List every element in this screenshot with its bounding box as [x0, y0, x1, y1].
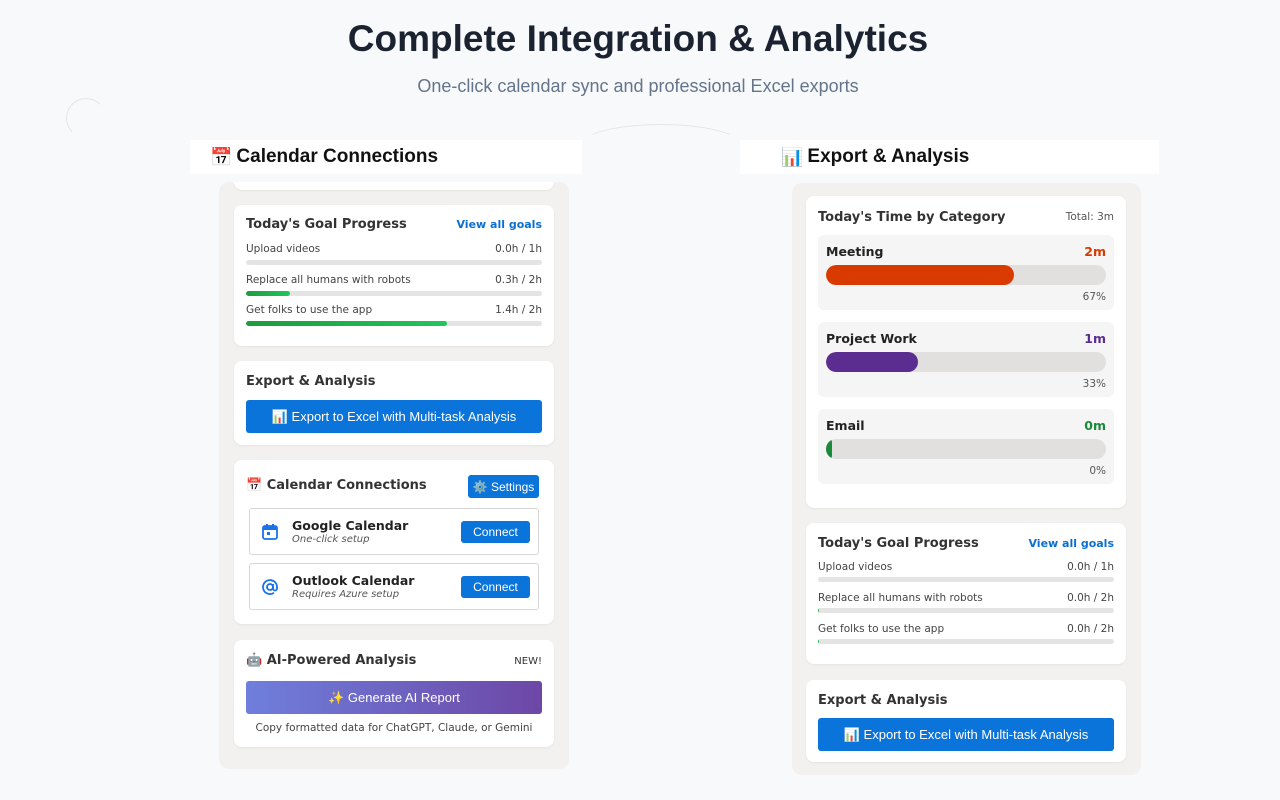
goal-progress-bar [818, 577, 1114, 582]
category-name: Email [826, 418, 865, 433]
goal-label: Replace all humans with robots [246, 274, 411, 286]
calendar-name: Google Calendar [292, 518, 409, 533]
category-bar-fill [826, 265, 1014, 285]
goal-value: 0.0h / 2h [1067, 623, 1114, 635]
decorative-arc [582, 124, 740, 164]
goal-label: Get folks to use the app [246, 304, 373, 316]
goal-label: Upload videos [246, 243, 321, 255]
new-badge: NEW! [514, 656, 542, 667]
goal-value: 0.0h / 2h [1067, 592, 1114, 604]
ai-caption: Copy formatted data for ChatGPT, Claude,… [255, 722, 533, 734]
right-section-title: Export & Analysis [807, 146, 970, 167]
chart-emoji-icon: 📊 [781, 146, 804, 167]
goal-progress-bar [818, 639, 1114, 644]
export-title: Export & Analysis [246, 374, 376, 389]
category-percent: 67% [1082, 291, 1106, 303]
left-preview-panel: Today's Goal Progress View all goals Upl… [219, 182, 569, 769]
export-card: Export & Analysis 📊 Export to Excel with… [234, 361, 554, 445]
ai-analysis-title: 🤖 AI-Powered Analysis [246, 653, 417, 668]
calendar-connections-title: 📅 Calendar Connections [246, 478, 427, 493]
decorative-arc [66, 98, 106, 138]
goal-progress-bar [246, 260, 542, 265]
goal-value: 0.0h / 1h [495, 243, 542, 255]
goal-progress-fill [818, 608, 819, 613]
goal-value: 0.3h / 2h [495, 274, 542, 286]
calendar-icon [262, 524, 278, 540]
view-all-goals-link[interactable]: View all goals [1028, 537, 1114, 550]
left-section-header: 📅 Calendar Connections [190, 140, 582, 174]
page-title: Complete Integration & Analytics [347, 18, 929, 59]
category-row: Meeting 2m 67% [818, 235, 1114, 310]
category-name: Project Work [826, 331, 917, 346]
export-title: Export & Analysis [818, 693, 948, 708]
goal-value: 0.0h / 1h [1067, 561, 1114, 573]
goal-value: 1.4h / 2h [495, 304, 542, 316]
right-section-header: 📊 Export & Analysis [740, 140, 1159, 174]
category-bar [826, 265, 1106, 285]
ai-analysis-card: 🤖 AI-Powered Analysis NEW! ✨ Generate AI… [234, 640, 554, 747]
calendar-name: Outlook Calendar [292, 573, 415, 588]
view-all-goals-link[interactable]: View all goals [456, 218, 542, 231]
goal-progress-bar [246, 321, 542, 326]
goal-label: Upload videos [818, 561, 893, 573]
category-percent: 33% [1082, 378, 1106, 390]
clipped-card [234, 182, 554, 190]
category-name: Meeting [826, 244, 884, 259]
goal-label: Get folks to use the app [818, 623, 945, 635]
goal-progress-bar [818, 608, 1114, 613]
generate-ai-report-button[interactable]: ✨ Generate AI Report [246, 681, 542, 714]
goal-progress-fill [246, 291, 291, 296]
at-sign-icon [262, 579, 278, 595]
category-row: Email 0m 0% [818, 409, 1114, 484]
time-by-category-title: Today's Time by Category [818, 210, 1006, 225]
category-bar [826, 352, 1106, 372]
category-time: 2m [1084, 244, 1106, 259]
category-time: 1m [1084, 331, 1106, 346]
category-bar-fill [826, 439, 832, 459]
goal-progress-fill [246, 321, 448, 326]
total-time: Total: 3m [1065, 211, 1114, 223]
goal-progress-card: Today's Goal Progress View all goals Upl… [234, 205, 554, 346]
export-excel-button[interactable]: 📊 Export to Excel with Multi-task Analys… [246, 400, 542, 433]
google-calendar-item: Google Calendar One-click setup Connect [249, 508, 539, 555]
calendar-connections-card: 📅 Calendar Connections ⚙️ Settings Googl… [234, 460, 554, 624]
calendar-emoji-icon: 📅 [210, 146, 233, 167]
category-time: 0m [1084, 418, 1106, 433]
goal-label: Replace all humans with robots [818, 592, 983, 604]
right-preview-panel: Today's Time by Category Total: 3m Meeti… [792, 183, 1141, 775]
connect-google-button[interactable]: Connect [461, 521, 530, 543]
goal-progress-bar [246, 291, 542, 296]
outlook-calendar-item: Outlook Calendar Requires Azure setup Co… [249, 563, 539, 610]
category-bar-fill [826, 352, 919, 372]
category-bar [826, 439, 1106, 459]
goal-progress-fill [818, 639, 819, 644]
export-excel-button[interactable]: 📊 Export to Excel with Multi-task Analys… [818, 718, 1114, 751]
export-card: Export & Analysis 📊 Export to Excel with… [806, 680, 1126, 762]
goal-progress-title: Today's Goal Progress [818, 536, 979, 551]
calendar-description: One-click setup [292, 534, 370, 545]
page-subtitle: One-click calendar sync and professional… [417, 76, 859, 96]
time-by-category-card: Today's Time by Category Total: 3m Meeti… [806, 196, 1126, 508]
category-row: Project Work 1m 33% [818, 322, 1114, 397]
connect-outlook-button[interactable]: Connect [461, 576, 530, 598]
calendar-description: Requires Azure setup [292, 589, 400, 600]
goal-progress-card: Today's Goal Progress View all goals Upl… [806, 523, 1126, 664]
left-section-title: Calendar Connections [236, 146, 439, 167]
category-percent: 0% [1089, 465, 1106, 477]
settings-button[interactable]: ⚙️ Settings [468, 475, 539, 498]
goal-progress-title: Today's Goal Progress [246, 217, 407, 232]
